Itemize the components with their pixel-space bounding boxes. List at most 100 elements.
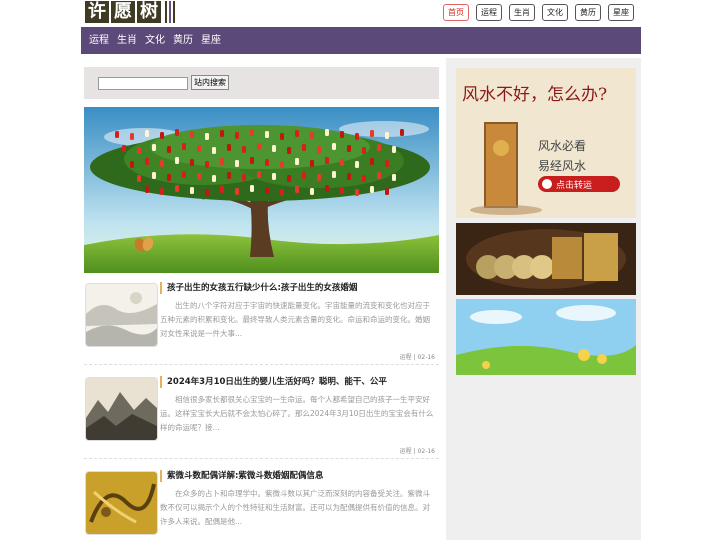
lantern <box>355 189 359 196</box>
article-meta: 运程 | 02-16 <box>400 446 435 455</box>
lantern <box>370 158 374 165</box>
lantern <box>392 146 396 153</box>
lantern <box>325 185 329 192</box>
lantern <box>265 131 269 138</box>
lantern <box>145 158 149 165</box>
article-item[interactable]: 孩子出生的女孩五行缺少什么:孩子出生的女孩婚姻 出生的八个字符对应于宇宙的快速能… <box>84 282 439 372</box>
lantern <box>257 143 261 150</box>
lantern <box>392 174 396 181</box>
article-title[interactable]: 紫微斗数配偶详解:紫微斗数婚姻配偶信息 <box>160 470 323 482</box>
article-title[interactable]: 孩子出生的女孩五行缺少什么:孩子出生的女孩婚姻 <box>160 282 357 294</box>
lantern <box>205 189 209 196</box>
lantern <box>227 144 231 151</box>
lantern <box>377 172 381 179</box>
site-logo[interactable]: 许 愿 树 <box>85 1 175 23</box>
lantern <box>152 172 156 179</box>
lantern <box>310 160 314 167</box>
top-nav: 首页 运程 生肖 文化 黄历 星座 <box>443 4 634 21</box>
lantern <box>115 131 119 138</box>
main-nav-almanac[interactable]: 黄历 <box>173 27 193 54</box>
lantern <box>227 172 231 179</box>
meta-separator: | <box>413 448 416 455</box>
lantern <box>167 174 171 181</box>
ad-subtitle: 易经风水 <box>538 159 586 173</box>
lantern <box>250 185 254 192</box>
lantern <box>317 174 321 181</box>
article-item[interactable]: 2024年3月10日出生的婴儿生活好吗？聪明、能干、公平 相信很多家长都很关心宝… <box>84 376 439 466</box>
top-nav-zodiac[interactable]: 生肖 <box>509 4 535 21</box>
article-date: 02-16 <box>417 448 435 455</box>
lantern <box>340 159 344 166</box>
article-title[interactable]: 2024年3月10日出生的婴儿生活好吗？聪明、能干、公平 <box>160 376 387 388</box>
lantern <box>385 160 389 167</box>
divider <box>84 364 439 365</box>
lantern <box>160 160 164 167</box>
search-input[interactable] <box>98 77 188 90</box>
top-nav-constellation[interactable]: 星座 <box>608 4 634 21</box>
logo-char: 愿 <box>111 1 135 23</box>
lantern <box>347 145 351 152</box>
lantern <box>362 175 366 182</box>
lantern <box>175 185 179 192</box>
lantern <box>265 159 269 166</box>
lantern <box>340 131 344 138</box>
logo-stripe <box>169 1 171 23</box>
lantern <box>347 173 351 180</box>
main-nav-fortune[interactable]: 运程 <box>89 27 109 54</box>
lantern <box>272 173 276 180</box>
article-category[interactable]: 运程 <box>400 354 412 361</box>
lantern <box>385 188 389 195</box>
article-meta: 运程 | 02-16 <box>400 352 435 361</box>
ad-button: 点击转运 <box>556 179 592 191</box>
lantern <box>145 130 149 137</box>
lantern <box>182 143 186 150</box>
lantern <box>310 132 314 139</box>
lantern <box>287 147 291 154</box>
lantern <box>265 187 269 194</box>
article-thumbnail[interactable] <box>85 283 158 347</box>
lantern <box>175 157 179 164</box>
lantern <box>377 144 381 151</box>
top-nav-culture[interactable]: 文化 <box>542 4 568 21</box>
lantern <box>257 171 261 178</box>
lantern <box>145 186 149 193</box>
lantern <box>280 189 284 196</box>
main-nav-culture[interactable]: 文化 <box>145 27 165 54</box>
ad-meadow[interactable] <box>456 299 636 375</box>
top-nav-almanac[interactable]: 黄历 <box>575 4 601 21</box>
ad-subtitle: 风水必看 <box>538 139 586 153</box>
article-thumbnail[interactable] <box>85 471 158 535</box>
lantern <box>332 171 336 178</box>
lantern <box>160 132 164 139</box>
lantern <box>160 188 164 195</box>
banner-wishing-tree[interactable] <box>84 107 439 273</box>
article-category[interactable]: 运程 <box>400 448 412 455</box>
lantern <box>325 157 329 164</box>
article-thumbnail[interactable] <box>85 377 158 441</box>
ad-headline: 风水不好，怎么办? <box>462 85 607 105</box>
search-panel: 站内搜索 <box>84 67 439 99</box>
lantern <box>250 157 254 164</box>
lantern <box>137 175 141 182</box>
lantern <box>400 129 404 136</box>
lantern <box>272 145 276 152</box>
lantern <box>302 144 306 151</box>
lantern <box>332 143 336 150</box>
lantern <box>175 129 179 136</box>
main-nav-zodiac[interactable]: 生肖 <box>117 27 137 54</box>
article-item[interactable]: 紫微斗数配偶详解:紫微斗数婚姻配偶信息 在众多的占卜和命理学中。紫微斗数以其广泛… <box>84 470 439 560</box>
lantern <box>190 131 194 138</box>
lantern <box>325 129 329 136</box>
top-nav-fortune[interactable]: 运程 <box>476 4 502 21</box>
ad-dvd-set[interactable] <box>456 223 636 295</box>
lantern <box>385 132 389 139</box>
lantern <box>182 171 186 178</box>
top-nav-home[interactable]: 首页 <box>443 4 469 21</box>
ad-fengshui[interactable]: 风水不好，怎么办? 风水必看 易经风水 点击转运 <box>456 68 636 218</box>
search-button[interactable]: 站内搜索 <box>191 75 229 90</box>
lantern <box>362 147 366 154</box>
lantern <box>370 130 374 137</box>
main-nav-constellation[interactable]: 星座 <box>201 27 221 54</box>
article-description: 出生的八个字符对应于宇宙的快速能量变化。宇宙能量的流变和变化也对应于五种元素的积… <box>160 301 430 338</box>
lantern <box>302 172 306 179</box>
